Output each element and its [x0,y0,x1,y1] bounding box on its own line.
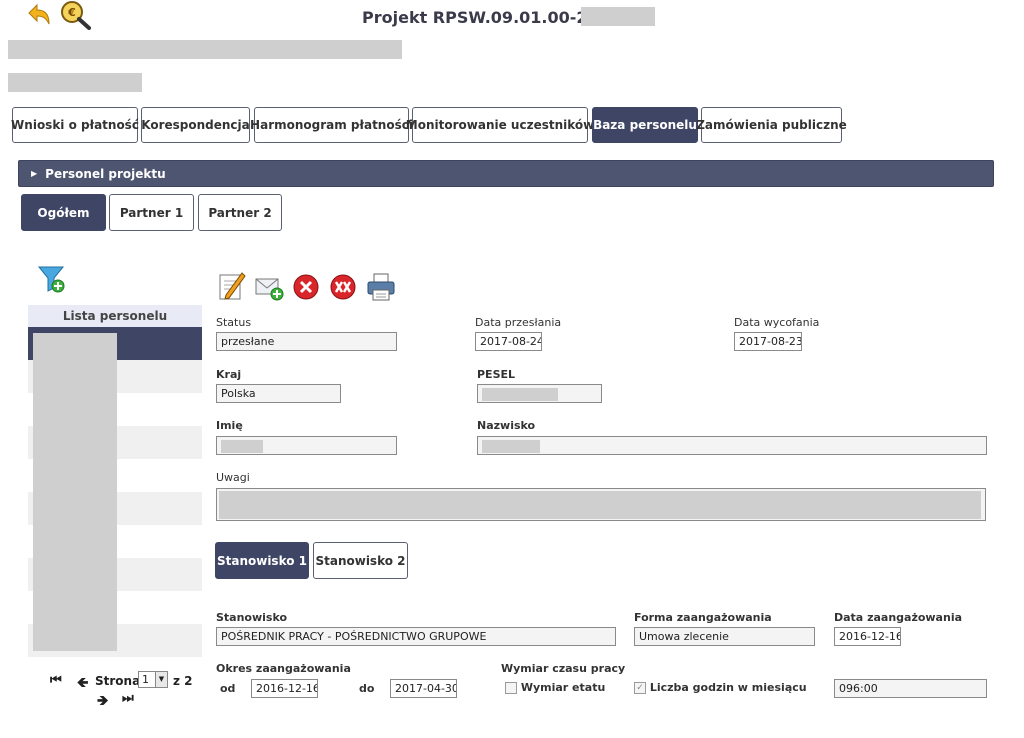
do-value: 2017-04-30 [395,682,457,695]
kraj-field[interactable]: Polska [216,384,341,403]
status-field[interactable]: przesłane [216,332,397,351]
edit-icon[interactable] [218,271,246,301]
next-page-icon[interactable]: 🡺 [97,690,108,714]
delete-icon[interactable] [292,273,320,301]
pesel-field[interactable] [477,384,602,403]
imie-field[interactable] [216,436,397,455]
tab-stanowisko-1[interactable]: Stanowisko 1 [215,542,309,579]
list-header: Lista personelu [28,305,202,327]
data-zaangazowania-field[interactable]: 2016-12-16 [834,627,901,646]
subtab-ogolem[interactable]: Ogółem [21,194,106,231]
tab-label: Zamówienia publiczne [696,118,847,132]
section-personel-projektu[interactable]: ▶ Personel projektu [18,160,994,187]
last-page-icon[interactable]: ⏭ [122,691,134,706]
redacted-project-name [8,40,402,59]
do-field[interactable]: 2017-04-30 [390,679,457,698]
tab-label: Harmonogram płatności [250,118,413,132]
subtab-partner-2[interactable]: Partner 2 [198,194,282,231]
back-arrow-icon[interactable] [26,2,52,28]
redacted-pesel [482,387,558,401]
tab-label: Baza personelu [593,118,697,132]
subtab-label: Ogółem [37,205,90,220]
pager-total: z 2 [173,674,193,688]
stanowisko-label: Stanowisko [216,611,288,624]
tab-zamowienia-publiczne[interactable]: Zamówienia publiczne [696,107,847,143]
tab-label: Wnioski o płatność [11,118,139,132]
liczba-godzin-value: 096:00 [839,682,878,695]
od-field[interactable]: 2016-12-16 [251,679,318,698]
liczba-godzin-option[interactable]: ✓ Liczba godzin w miesiącu [634,681,807,694]
first-page-icon[interactable]: ⏮ [50,673,62,688]
status-label: Status [216,316,252,329]
od-label: od [220,682,236,695]
data-zaangazowania-value: 2016-12-16 [839,630,901,643]
tab-label: Monitorowanie uczestników [405,118,595,132]
liczba-godzin-field[interactable]: 096:00 [834,679,987,698]
triangle-right-icon: ▶ [31,169,38,178]
tab-baza-personelu[interactable]: Baza personelu [592,107,698,143]
data-przeslania-value: 2017-08-24 [480,335,542,348]
tab-wnioski-o-platnosc[interactable]: Wnioski o płatność [11,107,139,143]
data-zaangazowania-label: Data zaangażowania [834,611,963,624]
subtab-label: Partner 2 [208,205,272,220]
stanowisko-field[interactable]: POŚREDNIK PRACY - POŚREDNICTWO GRUPOWE [216,627,616,646]
pesel-label: PESEL [477,368,516,381]
imie-label: Imię [216,419,243,432]
tab-stanowisko-2[interactable]: Stanowisko 2 [313,542,408,579]
page-select-value: 1 [142,673,149,686]
tab-label: Stanowisko 1 [216,553,308,568]
data-wycofania-value: 2017-08-23 [739,335,802,348]
forma-label: Forma zaangażowania [634,611,772,624]
delete-all-icon[interactable] [328,273,358,301]
chevron-down-icon[interactable]: ▼ [155,672,167,687]
redacted-nazwisko [482,439,540,453]
subtab-label: Partner 1 [119,205,184,220]
tab-label: Korespondencja [141,118,250,132]
tab-label: Stanowisko 2 [315,553,406,568]
euro-search-icon[interactable]: € [60,0,92,30]
print-icon[interactable] [366,272,396,302]
section-title: Personel projektu [45,166,166,181]
forma-field[interactable]: Umowa zlecenie [634,627,815,646]
okres-label: Okres zaangażowania [216,662,351,675]
data-wycofania-label: Data wycofania [734,316,820,329]
wymiar-etatu-option[interactable]: Wymiar etatu [505,681,605,694]
kraj-value: Polska [221,387,256,400]
prev-page-icon[interactable]: 🡸 [77,672,88,696]
data-przeslania-label: Data przesłania [475,316,562,329]
uwagi-field[interactable] [216,488,986,521]
tab-harmonogram-platnosci[interactable]: Harmonogram płatności [250,107,413,143]
data-wycofania-field[interactable]: 2017-08-23 [734,332,802,351]
mail-add-icon[interactable] [255,275,285,301]
stanowisko-value: POŚREDNIK PRACY - POŚREDNICTWO GRUPOWE [221,630,487,643]
nazwisko-field[interactable] [477,436,987,455]
pager: ⏮ 🡸 Strona 1 ▼ z 2 🡺 ⏭ [50,671,210,711]
redacted-uwagi [219,491,981,519]
redacted-project-number [581,7,655,26]
data-przeslania-field[interactable]: 2017-08-24 [475,332,542,351]
page-title: Projekt RPSW.09.01.00-26- [362,8,606,27]
subtab-partner-1[interactable]: Partner 1 [109,194,194,231]
forma-value: Umowa zlecenie [639,630,729,643]
wymiar-czasu-label: Wymiar czasu pracy [501,662,626,675]
filter-add-icon[interactable] [37,264,67,294]
status-value: przesłane [221,335,275,348]
do-label: do [359,682,375,695]
od-value: 2016-12-16 [256,682,318,695]
wymiar-etatu-label: Wymiar etatu [520,681,606,694]
kraj-label: Kraj [216,368,242,381]
svg-text:€: € [67,6,76,19]
page-select[interactable]: 1 ▼ [138,671,168,688]
redacted-imie [221,439,263,453]
liczba-godzin-label: Liczba godzin w miesiącu [649,681,807,694]
wymiar-etatu-checkbox[interactable] [505,682,517,694]
tab-monitorowanie-uczestnikow[interactable]: Monitorowanie uczestników [406,107,594,143]
tab-korespondencja[interactable]: Korespondencja [141,107,250,143]
uwagi-label: Uwagi [216,471,250,484]
pager-label: Strona [95,674,141,688]
redacted-staff-names [33,333,117,651]
liczba-godzin-checkbox[interactable]: ✓ [634,682,646,694]
redacted-beneficiary [8,73,142,92]
nazwisko-label: Nazwisko [477,419,536,432]
